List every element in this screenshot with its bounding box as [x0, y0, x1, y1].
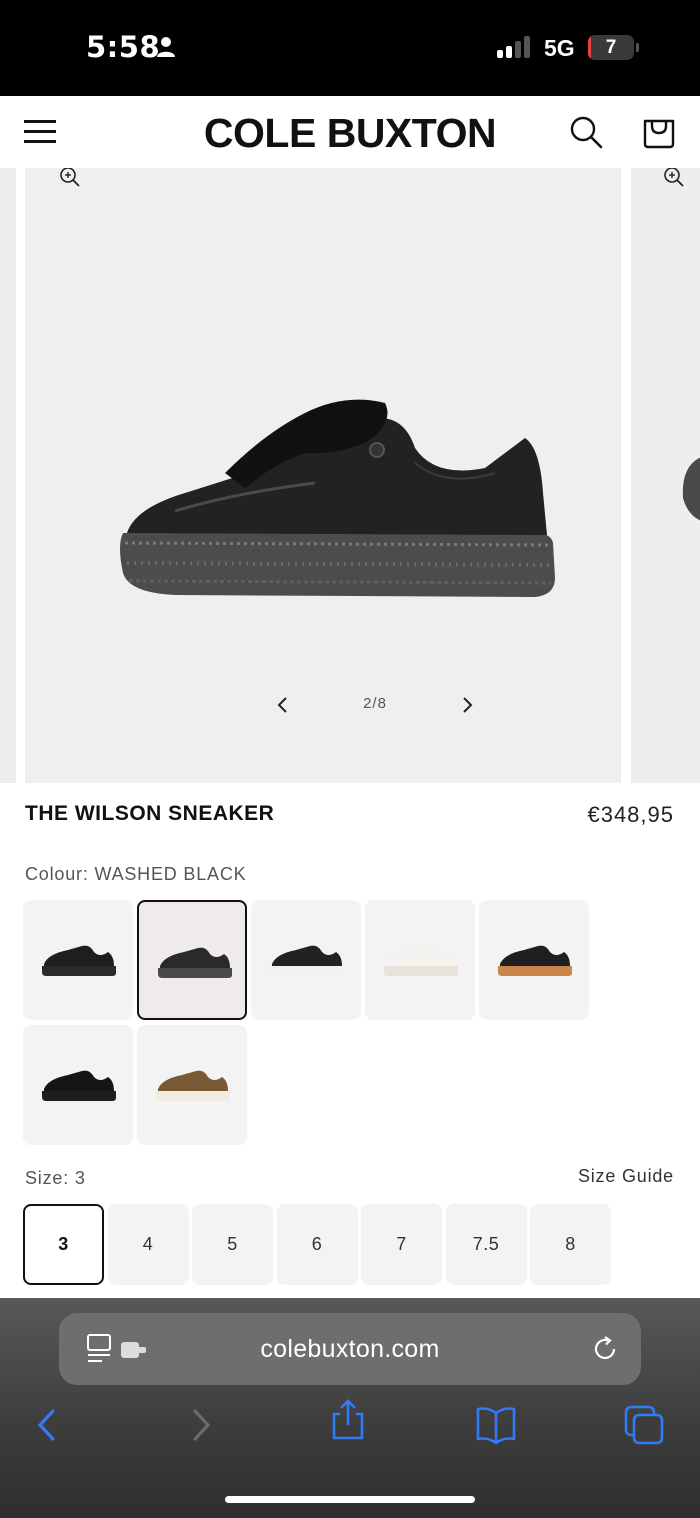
size-option[interactable]: 3 — [23, 1204, 104, 1285]
swatch-shoe-image — [158, 947, 232, 978]
gallery-controls: 2/8 — [265, 692, 485, 718]
size-option[interactable]: 7 — [361, 1204, 442, 1285]
gallery-slide-next[interactable] — [631, 168, 700, 783]
size-guide-link[interactable]: Size Guide — [578, 1166, 674, 1187]
size-option[interactable]: 4 — [107, 1204, 189, 1285]
back-icon[interactable] — [26, 1403, 70, 1447]
swatch-shoe-image — [42, 945, 116, 976]
gallery-counter: 2/8 — [363, 695, 387, 712]
colour-value: WASHED BLACK — [94, 864, 247, 884]
search-icon[interactable] — [568, 114, 604, 150]
browser-nav — [0, 1399, 700, 1453]
size-option[interactable]: 5 — [192, 1204, 273, 1285]
swatch-shoe-image — [156, 1070, 230, 1101]
zoom-icon[interactable] — [663, 168, 685, 188]
size-option[interactable]: 7.5 — [445, 1204, 527, 1285]
cart-icon[interactable] — [640, 112, 678, 150]
product-price: €348,95 — [587, 802, 674, 827]
chevron-right-icon[interactable] — [457, 694, 477, 716]
battery-cap — [636, 43, 639, 52]
address-bar[interactable]: colebuxton.com — [59, 1313, 641, 1385]
size-label-text: Size: — [25, 1168, 70, 1188]
swatch-shoe-image — [384, 945, 458, 976]
swatch-shoe-image — [270, 945, 344, 976]
person-icon — [157, 37, 175, 57]
home-indicator — [225, 1496, 475, 1503]
browser-toolbar: colebuxton.com — [0, 1298, 700, 1518]
product-image — [120, 399, 555, 597]
size-label: Size: 3 — [25, 1168, 86, 1189]
battery-icon: 7 — [588, 35, 634, 60]
colour-swatch-black-black[interactable] — [23, 1025, 133, 1145]
swatch-shoe-image — [42, 1070, 116, 1101]
reload-icon[interactable] — [591, 1335, 619, 1363]
next-product-image — [682, 458, 700, 521]
battery-level: 7 — [605, 37, 617, 58]
colour-swatch-black-dark[interactable] — [23, 900, 133, 1020]
bookmarks-icon[interactable] — [474, 1403, 518, 1447]
url-text[interactable]: colebuxton.com — [59, 1335, 641, 1364]
site-header: COLE BUXTON — [0, 96, 700, 168]
product-gallery[interactable]: 2/8 — [0, 168, 700, 783]
gallery-slide-current[interactable]: 2/8 — [25, 168, 621, 783]
colour-label-text: Colour: — [25, 864, 89, 884]
swatch-shoe-image — [498, 945, 572, 976]
tabs-icon[interactable] — [622, 1403, 666, 1447]
colour-label: Colour: WASHED BLACK — [25, 864, 246, 885]
colour-swatch-off-white[interactable] — [365, 900, 475, 1020]
gallery-slide-previous[interactable] — [0, 168, 16, 783]
status-time: 5:58 — [86, 30, 161, 64]
status-bar: 5:58 5G 7 — [0, 0, 700, 96]
colour-swatch-black-gum[interactable] — [479, 900, 589, 1020]
size-option[interactable]: 8 — [530, 1204, 611, 1285]
size-value: 3 — [74, 1168, 86, 1188]
signal-icon — [497, 36, 530, 58]
colour-swatch-washed-black[interactable] — [137, 900, 247, 1020]
colour-swatch-leopard[interactable] — [137, 1025, 247, 1145]
zoom-icon[interactable] — [59, 168, 81, 188]
share-icon[interactable] — [326, 1397, 370, 1441]
network-type: 5G — [544, 35, 575, 61]
product-title: THE WILSON SNEAKER — [25, 802, 275, 825]
colour-swatch-black-white[interactable] — [251, 900, 361, 1020]
forward-icon[interactable] — [178, 1403, 222, 1447]
size-option[interactable]: 6 — [276, 1204, 358, 1285]
